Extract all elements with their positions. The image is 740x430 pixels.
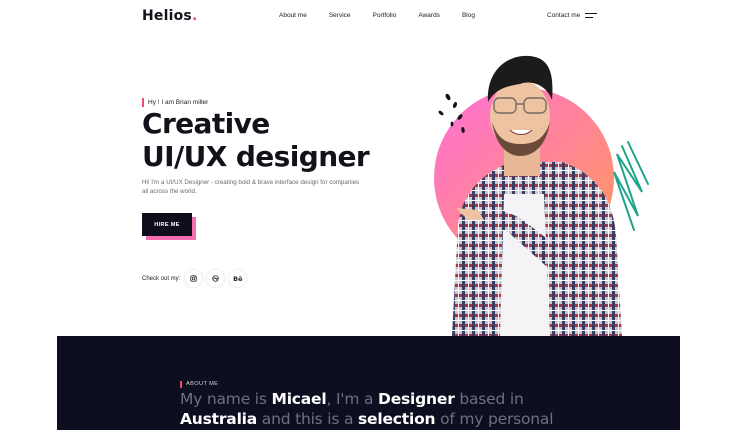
about-text: My name is Micael, I'm a Designer based …: [180, 390, 580, 429]
logo-dot: .: [191, 8, 198, 24]
about-text-highlight: selection: [358, 409, 436, 428]
hire-me-wrapper: HIRE ME: [142, 213, 196, 240]
hero-description: Hi! I'm a UI/UX Designer - creating bold…: [142, 179, 360, 195]
about-text-part: and this is a: [257, 409, 359, 428]
about-text-highlight: Micael: [271, 390, 327, 408]
about-text-part: My name is: [180, 390, 272, 408]
contact-link[interactable]: Contact me: [547, 12, 598, 19]
about-section: ABOUT ME My name is Micael, I'm a Design…: [57, 336, 680, 430]
menu-burger-icon[interactable]: [585, 12, 598, 19]
hero-portrait-illustration: [434, 55, 649, 336]
about-text-part: based in: [454, 390, 524, 408]
dribbble-icon[interactable]: [207, 270, 225, 287]
social-links: Check out my: Bē: [142, 270, 251, 287]
about-label: ABOUT ME: [180, 381, 218, 388]
logo[interactable]: Helios.: [142, 8, 198, 24]
hire-me-button[interactable]: HIRE ME: [142, 213, 192, 236]
instagram-icon[interactable]: [185, 270, 203, 287]
social-label: Check out my:: [142, 275, 181, 282]
behance-text: Bē: [233, 274, 243, 283]
about-text-part: , I'm a: [326, 390, 379, 408]
contact-label: Contact me: [547, 12, 581, 19]
about-text-highlight: Designer: [378, 390, 455, 408]
main-menu: About me Service Portfolio Awards Blog: [279, 12, 497, 19]
menu-item-portfolio[interactable]: Portfolio: [373, 12, 397, 19]
top-nav: Helios. About me Service Portfolio Award…: [0, 0, 740, 34]
behance-icon[interactable]: Bē: [229, 270, 247, 287]
hero-title-line1: Creative: [142, 107, 270, 140]
about-text-part: of my personal: [435, 409, 554, 428]
menu-item-awards[interactable]: Awards: [418, 12, 440, 19]
hero-title-line2: UI/UX designer: [142, 140, 370, 173]
about-text-highlight: Australia: [180, 409, 258, 428]
logo-text: Helios: [142, 8, 192, 24]
hero-title: Creative UI/UX designer: [142, 107, 370, 173]
menu-item-about[interactable]: About me: [279, 12, 307, 19]
menu-item-service[interactable]: Service: [329, 12, 351, 19]
menu-item-blog[interactable]: Blog: [462, 12, 475, 19]
hero-greeting: Hy ! I am Brian miller: [142, 98, 208, 107]
teal-scribble: [613, 141, 649, 231]
